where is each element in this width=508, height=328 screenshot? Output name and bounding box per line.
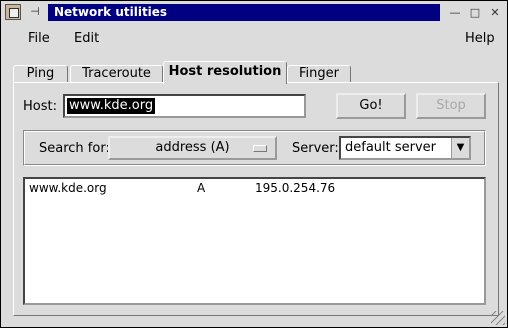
close-icon[interactable]: ✕ xyxy=(487,5,503,20)
server-label: Server: xyxy=(292,141,339,156)
menu-help[interactable]: Help xyxy=(465,31,495,46)
record-type-value: address (A) xyxy=(155,140,230,155)
menu-bar: File Edit Help xyxy=(5,25,503,53)
resize-grip-icon[interactable] xyxy=(491,311,505,325)
maximize-icon[interactable]: □ xyxy=(467,5,483,20)
results-list[interactable]: www.kde.org A 195.0.254.76 xyxy=(23,177,486,305)
menu-file[interactable]: File xyxy=(28,31,50,46)
server-value: default server xyxy=(345,140,437,155)
title-bar: ⊣ Network utilities — □ ✕ xyxy=(2,2,506,23)
result-type: A xyxy=(197,181,206,195)
tab-finger[interactable]: Finger xyxy=(287,65,351,83)
go-button[interactable]: Go! xyxy=(336,93,406,119)
network-utilities-window: ⊣ Network utilities — □ ✕ File Edit Help… xyxy=(0,0,508,328)
server-select[interactable]: default server ▼ xyxy=(339,136,471,160)
tab-traceroute[interactable]: Traceroute xyxy=(70,65,163,83)
menu-edit[interactable]: Edit xyxy=(74,31,99,46)
tab-host-resolution[interactable]: Host resolution xyxy=(163,61,287,84)
result-name: www.kde.org xyxy=(29,181,107,195)
list-item[interactable]: www.kde.org A 195.0.254.76 xyxy=(29,181,469,197)
app-icon[interactable] xyxy=(5,4,21,20)
tab-ping[interactable]: Ping xyxy=(13,65,68,83)
pin-icon[interactable]: ⊣ xyxy=(27,4,43,20)
search-for-label: Search for: xyxy=(39,141,110,156)
window-title: Network utilities xyxy=(48,4,440,21)
record-type-select[interactable]: address (A) xyxy=(108,136,277,160)
result-value: 195.0.254.76 xyxy=(255,181,336,195)
host-label: Host: xyxy=(23,99,57,114)
host-input[interactable]: www.kde.org xyxy=(63,94,306,118)
stop-button[interactable]: Stop xyxy=(416,93,486,119)
chevron-down-icon[interactable]: ▼ xyxy=(451,138,469,158)
host-input-value: www.kde.org xyxy=(67,98,156,114)
minimize-icon[interactable]: — xyxy=(447,5,463,20)
combo-indicator-icon xyxy=(253,145,267,152)
